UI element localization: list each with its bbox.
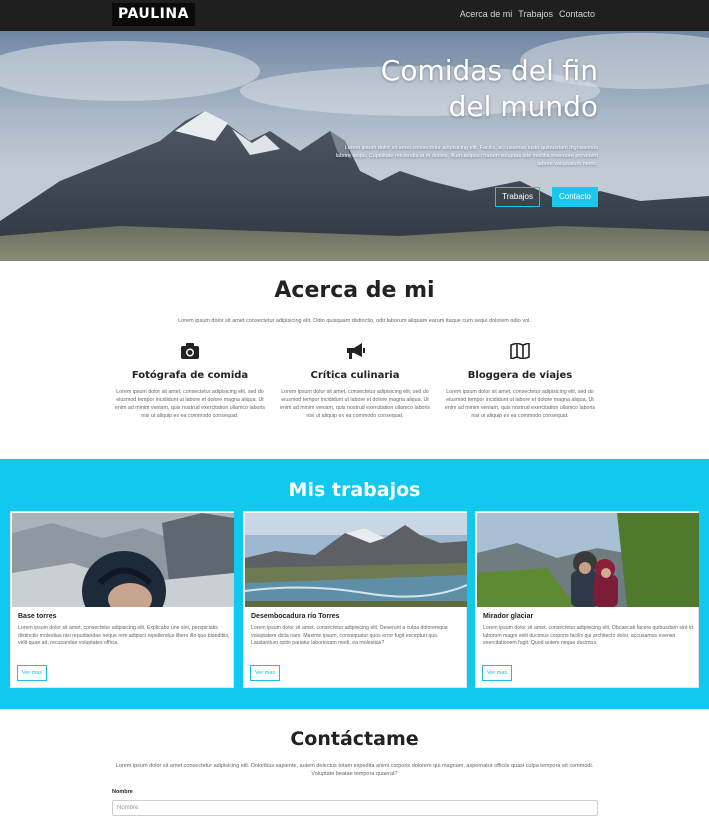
- hero-description: Lorem ipsum dolor sit amet consectetur a…: [335, 145, 598, 167]
- works-button[interactable]: Trabajos: [495, 187, 540, 207]
- hero-banner: Comidas del fin del mundo Lorem ipsum do…: [0, 31, 709, 261]
- about-lead: Lorem ipsum dolor sit amet consectetur a…: [178, 318, 531, 324]
- contact-title: Contáctame: [290, 728, 419, 750]
- card-text: Lorem ipsum dolor sit amet, consectetur …: [483, 625, 693, 647]
- feature-text: Lorem ipsum dolor sit amet, consectetur …: [444, 389, 596, 419]
- card-text: Lorem ipsum dolor sit amet, consectetur …: [251, 625, 448, 647]
- feature-text: Lorem ipsum dolor sit amet, consectetur …: [279, 389, 431, 419]
- work-card: Desembocadura río Torres Lorem ipsum dol…: [243, 511, 467, 688]
- name-label: Nombre: [112, 789, 133, 795]
- hero-title-line-2: del mundo: [448, 90, 598, 123]
- card-title: Mirador glaciar: [483, 613, 534, 620]
- megaphone-icon: [275, 340, 435, 362]
- feature-food-critic: Crítica culinaria Lorem ipsum dolor sit …: [275, 340, 435, 420]
- feature-title: Crítica culinaria: [310, 370, 400, 381]
- navbar: PAULINA Acerca de mi Trabajos Contacto: [0, 0, 709, 31]
- nav-links: Acerca de mi Trabajos Contacto: [460, 9, 595, 19]
- works-section: Mis trabajos Base torres Lorem ipsum dol…: [0, 459, 709, 709]
- nav-link-works[interactable]: Trabajos: [518, 9, 553, 19]
- work-photo-mirador-glaciar: [477, 513, 699, 607]
- feature-title: Fotógrafa de comida: [131, 370, 249, 381]
- map-icon: [440, 340, 600, 362]
- feature-food-photographer: Fotógrafa de comida Lorem ipsum dolor si…: [110, 340, 270, 420]
- about-title: Acerca de mi: [274, 278, 435, 303]
- feature-text: Lorem ipsum dolor sit amet, consectetur …: [114, 389, 266, 419]
- feature-title: Bloggera de viajes: [467, 370, 573, 381]
- see-more-button[interactable]: Ver mas: [482, 665, 513, 681]
- camera-icon: [110, 340, 270, 362]
- hero-title: Comidas del fin del mundo: [238, 53, 598, 125]
- nav-link-contact[interactable]: Contacto: [559, 9, 595, 19]
- contact-button[interactable]: Contacto: [552, 187, 598, 207]
- name-field[interactable]: [112, 800, 598, 816]
- card-text: Lorem ipsum dolor sit amet, consectetur …: [18, 625, 230, 647]
- hero-buttons: Trabajos Contacto: [495, 187, 598, 207]
- work-card: Base torres Lorem ipsum dolor sit amet, …: [10, 511, 234, 688]
- work-photo-rio-torres: [245, 513, 467, 607]
- see-more-button[interactable]: Ver mas: [17, 665, 48, 681]
- nav-link-about[interactable]: Acerca de mi: [460, 9, 513, 19]
- see-more-button[interactable]: Ver mas: [250, 665, 281, 681]
- card-title: Desembocadura río Torres: [251, 613, 340, 620]
- work-card: Mirador glaciar Lorem ipsum dolor sit am…: [475, 511, 699, 688]
- work-photo-base-torres: [12, 513, 234, 607]
- contact-lead: Lorem ipsum dolor sit amet consectetur a…: [115, 763, 594, 777]
- hero-title-line-1: Comidas del fin: [380, 54, 598, 87]
- works-title: Mis trabajos: [288, 479, 421, 501]
- card-title: Base torres: [18, 613, 57, 620]
- brand-logo[interactable]: PAULINA: [112, 3, 195, 26]
- feature-travel-blogger: Bloggera de viajes Lorem ipsum dolor sit…: [440, 340, 600, 420]
